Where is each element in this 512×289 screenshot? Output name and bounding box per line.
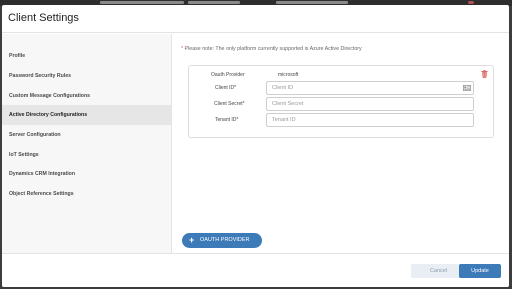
plus-icon: + xyxy=(189,235,195,245)
active-directory-panel: * Please note: The only platform current… xyxy=(172,34,509,253)
background-tab xyxy=(276,1,348,4)
client-id-input[interactable] xyxy=(266,81,474,95)
modal-title: Client Settings xyxy=(8,12,79,24)
settings-sidebar: Profile Password Security Rules Custom M… xyxy=(2,34,172,253)
sidebar-item-iot-settings[interactable]: IoT Settings xyxy=(2,145,171,165)
client-id-label: Client ID* xyxy=(215,85,237,91)
cancel-button[interactable]: Cancel xyxy=(411,264,466,278)
oauth-provider-label: Oauth Provider xyxy=(211,72,245,78)
sidebar-item-active-directory-configurations[interactable]: Active Directory Configurations xyxy=(2,105,171,125)
note-asterisk: * xyxy=(181,46,184,52)
sidebar-item-password-security-rules[interactable]: Password Security Rules xyxy=(2,66,171,86)
tenant-id-input[interactable] xyxy=(266,113,474,127)
update-button[interactable]: Update xyxy=(459,264,501,278)
modal-footer: Cancel Update xyxy=(2,253,509,287)
client-settings-modal: Client Settings Profile Password Securit… xyxy=(2,5,509,287)
background-tab xyxy=(188,1,240,4)
oauth-provider-value: microsoft xyxy=(278,72,299,78)
sidebar-item-custom-message-configurations[interactable]: Custom Message Configurations xyxy=(2,86,171,106)
client-secret-label: Client Secret* xyxy=(214,101,245,107)
oauth-provider-card: Oauth Provider microsoft Client ID* Clie… xyxy=(188,65,494,138)
client-secret-input[interactable] xyxy=(266,97,474,111)
platform-note: * Please note: The only platform current… xyxy=(181,46,362,52)
add-oauth-provider-label: OAUTH PROVIDER xyxy=(200,237,250,243)
sidebar-item-object-reference-settings[interactable]: Object Reference Settings xyxy=(2,184,171,204)
background-avatar xyxy=(468,1,474,4)
modal-header: Client Settings xyxy=(2,5,509,33)
sidebar-item-server-configuration[interactable]: Server Configuration xyxy=(2,125,171,145)
trash-icon[interactable] xyxy=(481,70,488,78)
sidebar-item-dynamics-crm-integration[interactable]: Dynamics CRM Integration xyxy=(2,164,171,184)
note-text: Please note: The only platform currently… xyxy=(184,46,362,52)
add-oauth-provider-button[interactable]: + OAUTH PROVIDER xyxy=(182,233,262,248)
background-tab xyxy=(100,1,184,4)
sidebar-item-profile[interactable]: Profile xyxy=(2,46,171,66)
tenant-id-label: Tenant ID* xyxy=(215,117,239,123)
id-card-icon xyxy=(463,85,471,91)
